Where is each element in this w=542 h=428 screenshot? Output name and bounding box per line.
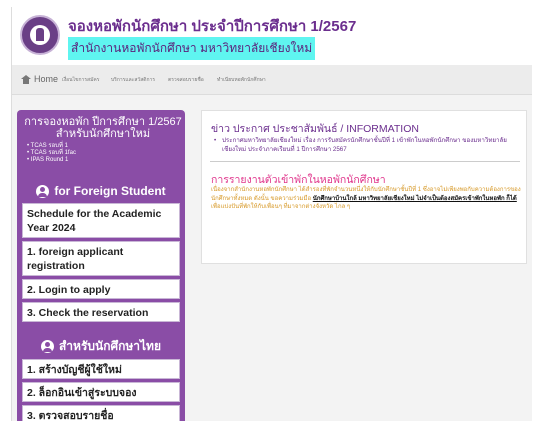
report-paragraph: เนื่องจากสำนักงานหอพักนักศึกษา ได้สำรองท… <box>211 187 521 211</box>
thai-student-section-header: สำหรับนักศึกษาไทย <box>17 335 185 357</box>
login-to-apply-button[interactable]: 2. Login to apply <box>22 279 180 299</box>
news-heading: ข่าว ประกาศ ประชาสัมพันธ์ / INFORMATION <box>211 123 419 135</box>
browser-frame: จองหอพักนักศึกษา ประจำปีการศึกษา 1/2567 … <box>11 7 532 421</box>
round-list: TCAS รอบที่ 1 TCAS รอบที่ 1fac IPAS Roun… <box>27 143 76 164</box>
nav-item-dorm-directory[interactable]: ทำเนียบหอพักนักศึกษา <box>217 76 266 84</box>
user-icon <box>36 184 50 198</box>
schedule-button[interactable]: Schedule for the Academic Year 2024 <box>22 203 180 238</box>
nav-item-conditions[interactable]: เงื่อนไขการสมัคร <box>62 76 99 84</box>
foreign-student-section-header: for Foreign Student <box>17 180 185 202</box>
create-account-button[interactable]: 1. สร้างบัญชีผู้ใช้ใหม่ <box>22 359 180 379</box>
site-subtitle: สำนักงานหอพักนักศึกษา มหาวิทยาลัยเชียงให… <box>68 37 316 60</box>
foreign-registration-button[interactable]: 1. foreign applicant registration <box>22 241 180 276</box>
sidebar: การจองหอพัก ปีการศึกษา 1/2567 สำหรับนักศ… <box>17 110 185 421</box>
top-navbar: Home เงื่อนไขการสมัคร บริการและสวัสดิการ… <box>12 65 532 95</box>
university-logo-icon[interactable] <box>20 15 60 55</box>
divider <box>210 161 520 162</box>
main-content-panel: ข่าว ประกาศ ประชาสัมพันธ์ / INFORMATION … <box>201 110 527 264</box>
site-title: จองหอพักนักศึกษา ประจำปีการศึกษา 1/2567 <box>68 18 357 35</box>
news-link[interactable]: ประกาศมหาวิทยาลัยเชียงใหม่ เรื่อง การรับ… <box>214 136 519 154</box>
sidebar-heading: การจองหอพัก ปีการศึกษา 1/2567 สำหรับนักศ… <box>24 116 182 140</box>
nav-item-services[interactable]: บริการและสวัสดิการ <box>111 76 155 84</box>
nav-home-link[interactable]: Home <box>21 74 58 84</box>
nav-home-label: Home <box>34 74 59 84</box>
check-names-button[interactable]: 3. ตรวจสอบรายชื่อ <box>22 405 180 421</box>
login-booking-button[interactable]: 2. ล็อกอินเข้าสู่ระบบจอง <box>22 382 180 402</box>
report-emphasis-link[interactable]: นักศึกษาบ้านใกล้ มหาวิทยาลัยเชียงใหม่ ไม… <box>313 196 517 202</box>
user-icon <box>40 339 54 353</box>
round-item[interactable]: IPAS Round 1 <box>27 157 76 164</box>
round-item[interactable]: TCAS รอบที่ 1fac <box>27 150 76 157</box>
home-icon <box>21 74 31 84</box>
round-item[interactable]: TCAS รอบที่ 1 <box>27 143 76 150</box>
site-header: จองหอพักนักศึกษา ประจำปีการศึกษา 1/2567 … <box>12 7 532 65</box>
check-reservation-button[interactable]: 3. Check the reservation <box>22 302 180 322</box>
nav-item-check-list[interactable]: ตรวจสอบรายชื่อ <box>168 76 204 84</box>
